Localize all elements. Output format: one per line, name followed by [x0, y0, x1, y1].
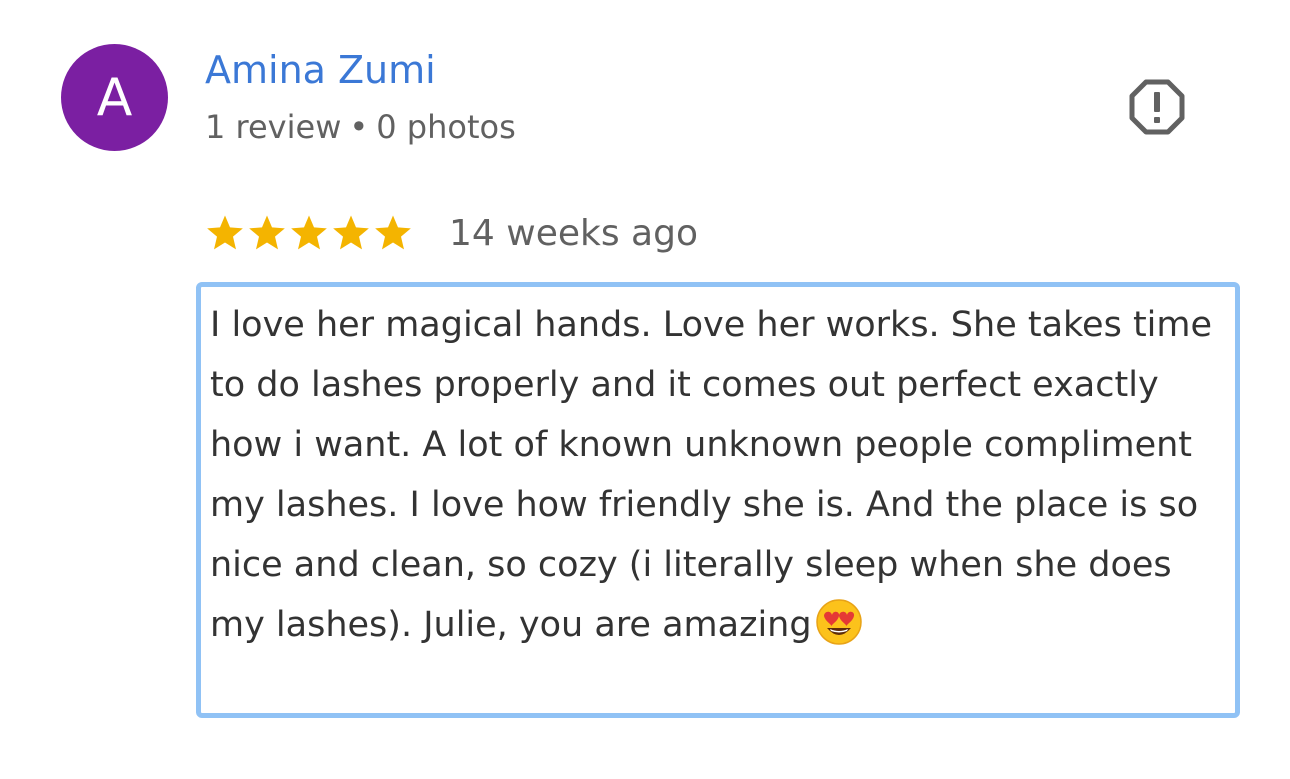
star-rating	[205, 213, 413, 253]
review-body: I love her magical hands. Love her works…	[210, 295, 1235, 655]
heart-eyes-emoji	[815, 599, 862, 645]
review-date: 14 weeks ago	[449, 212, 698, 254]
avatar[interactable]: A	[61, 44, 168, 151]
review-count: 1 review	[205, 108, 342, 146]
reviewer-meta: 1 review • 0 photos	[205, 108, 516, 146]
star-icon	[375, 215, 411, 250]
photo-count: 0 photos	[376, 108, 516, 146]
star-icon	[333, 215, 369, 250]
report-button[interactable]	[1128, 78, 1186, 136]
review-text: I love her magical hands. Love her works…	[210, 305, 1213, 645]
avatar-initial: A	[96, 67, 133, 128]
meta-separator: •	[349, 108, 369, 146]
review-text-box: I love her magical hands. Love her works…	[196, 282, 1240, 718]
rating-row: 14 weeks ago	[205, 205, 698, 261]
star-icon	[249, 215, 285, 250]
reviewer-name[interactable]: Amina Zumi	[205, 48, 436, 92]
report-icon	[1129, 79, 1185, 135]
star-icon	[207, 215, 243, 250]
star-icon	[291, 215, 327, 250]
